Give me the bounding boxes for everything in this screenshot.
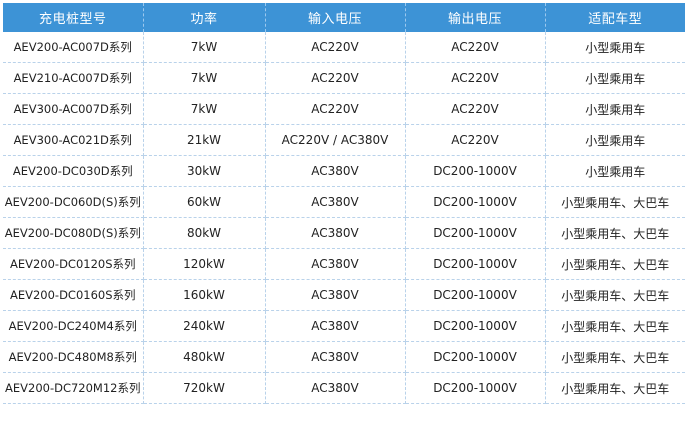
table-row: AEV300-AC021D系列 21kW AC220V / AC380V AC220V… (3, 124, 685, 156)
input-voltage-cell: AC380V (265, 217, 406, 249)
input-voltage-cell: AC380V (265, 279, 406, 311)
model-cell: AEV200-DC240M4系列 (3, 310, 144, 342)
vehicle-type-cell: 小型乘用车 (545, 32, 685, 63)
model-cell: AEV200-DC480M8系列 (3, 341, 144, 373)
power-cell: 30kW (143, 155, 266, 187)
model-cell: AEV300-AC021D系列 (3, 124, 144, 156)
input-voltage-cell: AC380V (265, 341, 406, 373)
model-cell: AEV200-DC0160S系列 (3, 279, 144, 311)
input-voltage-cell: AC220V (265, 93, 406, 125)
vehicle-type-cell: 小型乘用车、大巴车 (545, 310, 685, 342)
input-voltage-cell: AC380V (265, 155, 406, 187)
model-cell: AEV210-AC007D系列 (3, 62, 144, 94)
output-voltage-cell: AC220V (405, 124, 546, 156)
output-voltage-cell: DC200-1000V (405, 279, 546, 311)
vehicle-type-cell: 小型乘用车、大巴车 (545, 186, 685, 218)
output-voltage-cell: DC200-1000V (405, 248, 546, 280)
power-cell: 160kW (143, 279, 266, 311)
model-cell: AEV200-AC007D系列 (3, 32, 144, 63)
vehicle-type-cell: 小型乘用车 (545, 155, 685, 187)
model-cell: AEV200-DC080D(S)系列 (3, 217, 144, 249)
output-voltage-cell: DC200-1000V (405, 155, 546, 187)
power-cell: 21kW (143, 124, 266, 156)
input-voltage-cell: AC220V / AC380V (265, 124, 406, 156)
table-header: 充电桩型号 功率 输入电压 输出电压 适配车型 (3, 3, 685, 32)
vehicle-type-cell: 小型乘用车、大巴车 (545, 372, 685, 404)
power-cell: 60kW (143, 186, 266, 218)
table-row: AEV200-AC007D系列 7kW AC220V AC220V 小型乘用车 (3, 32, 685, 63)
table-row: AEV200-DC060D(S)系列 60kW AC380V DC200-1000V 小… (3, 186, 685, 218)
power-cell: 720kW (143, 372, 266, 404)
power-cell: 7kW (143, 32, 266, 63)
table-row: AEV200-DC720M12系列 720kW AC380V DC200-1000V 小… (3, 372, 685, 404)
output-voltage-cell: AC220V (405, 93, 546, 125)
vehicle-type-cell: 小型乘用车、大巴车 (545, 217, 685, 249)
power-cell: 480kW (143, 341, 266, 373)
output-voltage-cell: AC220V (405, 62, 546, 94)
vehicle-type-cell: 小型乘用车 (545, 124, 685, 156)
output-voltage-cell: DC200-1000V (405, 186, 546, 218)
table-row: AEV200-DC480M8系列 480kW AC380V DC200-1000V 小型… (3, 341, 685, 373)
header-output-voltage: 输出电压 (405, 3, 546, 32)
vehicle-type-cell: 小型乘用车、大巴车 (545, 341, 685, 373)
vehicle-type-cell: 小型乘用车、大巴车 (545, 248, 685, 280)
output-voltage-cell: DC200-1000V (405, 217, 546, 249)
table-row: AEV200-DC030D系列 30kW AC380V DC200-1000V 小型乘用… (3, 155, 685, 187)
charger-spec-table: 充电桩型号 功率 输入电压 输出电压 适配车型 AEV200-AC007D系列 7… (3, 3, 685, 404)
model-cell: AEV300-AC007D系列 (3, 93, 144, 125)
input-voltage-cell: AC380V (265, 372, 406, 404)
header-row: 充电桩型号 功率 输入电压 输出电压 适配车型 (3, 3, 685, 32)
header-input-voltage: 输入电压 (265, 3, 406, 32)
model-cell: AEV200-DC0120S系列 (3, 248, 144, 280)
header-power: 功率 (143, 3, 266, 32)
header-model: 充电桩型号 (3, 3, 144, 32)
power-cell: 240kW (143, 310, 266, 342)
output-voltage-cell: DC200-1000V (405, 310, 546, 342)
table-row: AEV200-DC080D(S)系列 80kW AC380V DC200-1000V 小… (3, 217, 685, 249)
table-body: AEV200-AC007D系列 7kW AC220V AC220V 小型乘用车 AEV21… (3, 32, 685, 404)
power-cell: 120kW (143, 248, 266, 280)
input-voltage-cell: AC380V (265, 248, 406, 280)
model-cell: AEV200-DC030D系列 (3, 155, 144, 187)
input-voltage-cell: AC220V (265, 32, 406, 63)
header-vehicle-type: 适配车型 (545, 3, 685, 32)
output-voltage-cell: DC200-1000V (405, 341, 546, 373)
table-row: AEV200-DC0160S系列 160kW AC380V DC200-1000V 小型… (3, 279, 685, 311)
input-voltage-cell: AC380V (265, 186, 406, 218)
vehicle-type-cell: 小型乘用车、大巴车 (545, 279, 685, 311)
charger-spec-table-container: 充电桩型号 功率 输入电压 输出电压 适配车型 AEV200-AC007D系列 7… (3, 3, 685, 404)
output-voltage-cell: AC220V (405, 32, 546, 63)
table-row: AEV300-AC007D系列 7kW AC220V AC220V 小型乘用车 (3, 93, 685, 125)
table-row: AEV210-AC007D系列 7kW AC220V AC220V 小型乘用车 (3, 62, 685, 94)
vehicle-type-cell: 小型乘用车 (545, 93, 685, 125)
power-cell: 7kW (143, 93, 266, 125)
vehicle-type-cell: 小型乘用车 (545, 62, 685, 94)
output-voltage-cell: DC200-1000V (405, 372, 546, 404)
input-voltage-cell: AC220V (265, 62, 406, 94)
model-cell: AEV200-DC060D(S)系列 (3, 186, 144, 218)
power-cell: 7kW (143, 62, 266, 94)
power-cell: 80kW (143, 217, 266, 249)
input-voltage-cell: AC380V (265, 310, 406, 342)
table-row: AEV200-DC240M4系列 240kW AC380V DC200-1000V 小型… (3, 310, 685, 342)
model-cell: AEV200-DC720M12系列 (3, 372, 144, 404)
table-row: AEV200-DC0120S系列 120kW AC380V DC200-1000V 小型… (3, 248, 685, 280)
